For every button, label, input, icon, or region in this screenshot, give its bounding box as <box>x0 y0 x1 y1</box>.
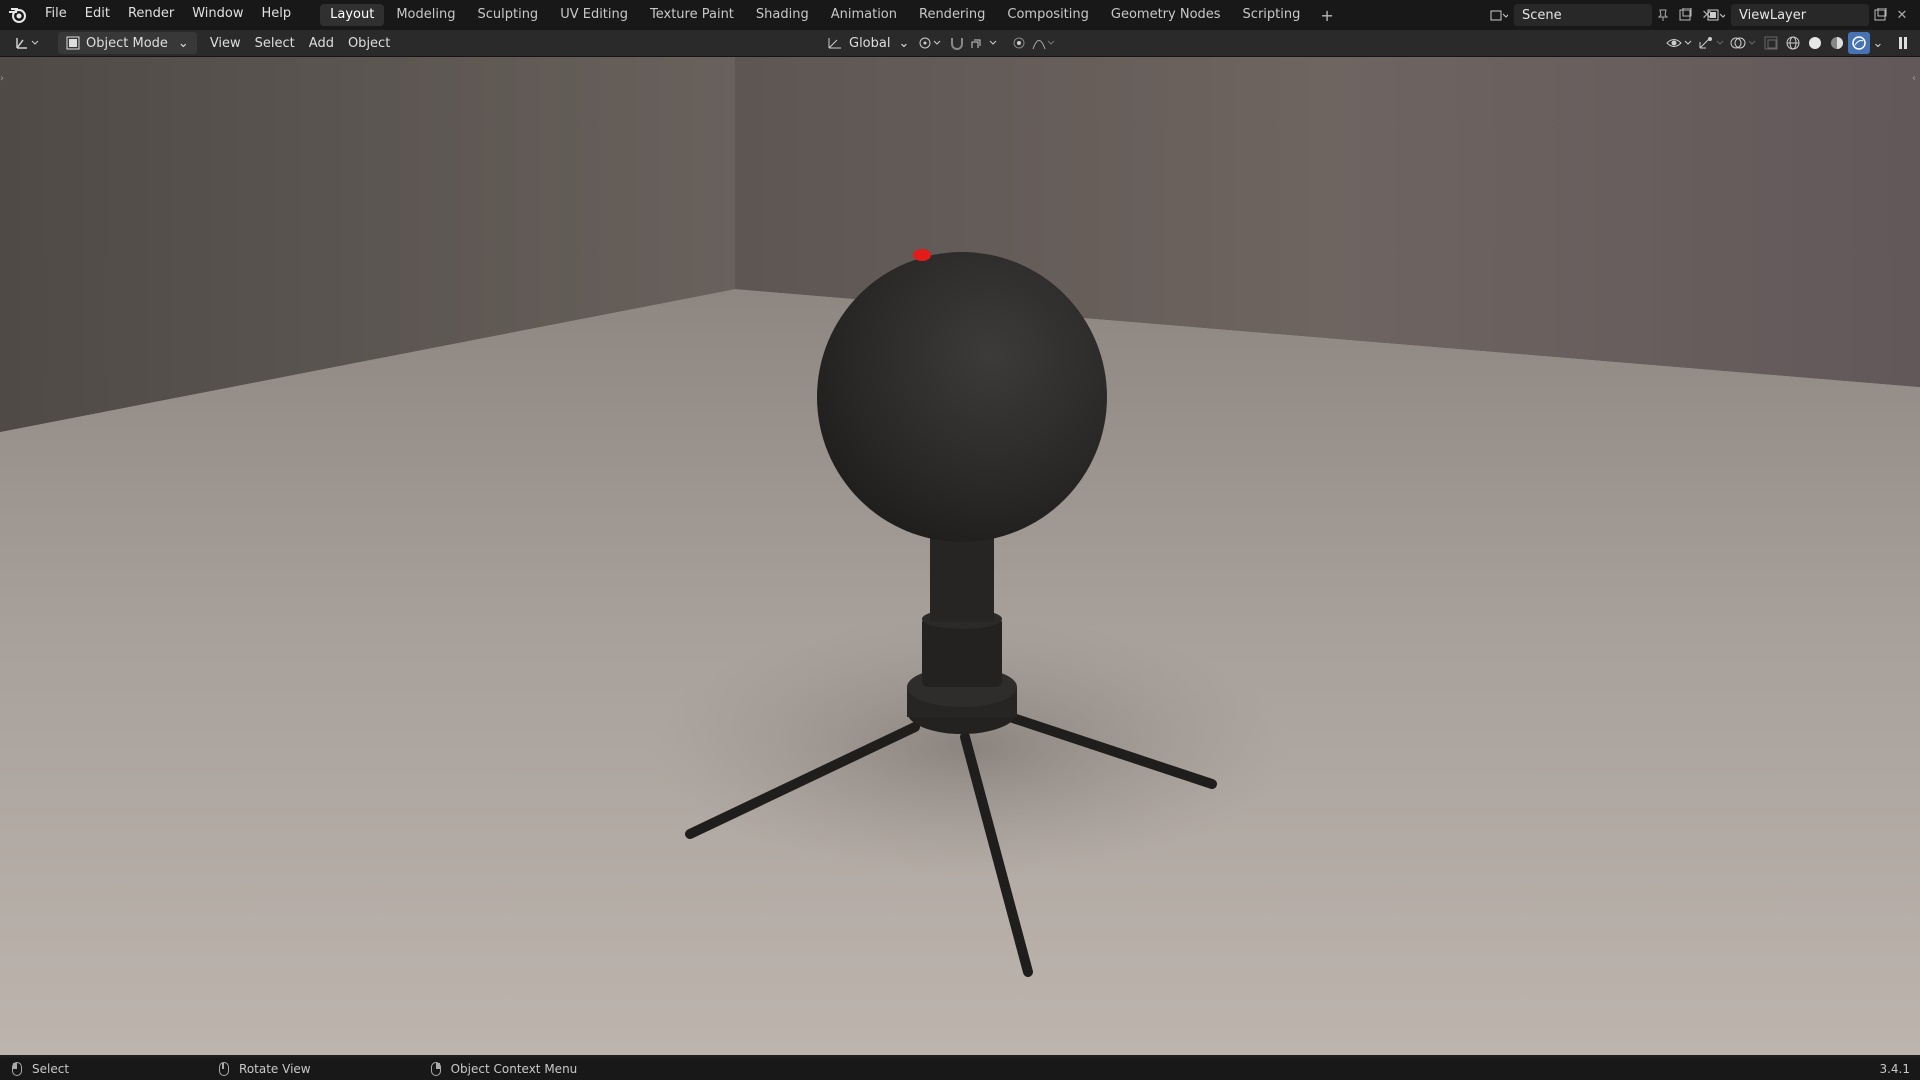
orientation-selector[interactable]: Global ⌄ <box>820 32 916 54</box>
3d-viewport[interactable]: › ‹ <box>0 57 1920 1055</box>
menu-help[interactable]: Help <box>253 0 301 30</box>
solid-shading-icon[interactable] <box>1804 32 1826 54</box>
tab-animation[interactable]: Animation <box>821 4 907 26</box>
status-bar: Select Rotate View Object Context Menu 3… <box>0 1058 1920 1080</box>
tab-modeling[interactable]: Modeling <box>386 4 465 26</box>
menu-view[interactable]: View <box>203 32 248 54</box>
gizmo-icon[interactable] <box>1696 32 1728 54</box>
top-bar: File Edit Render Window Help Layout Mode… <box>0 0 1920 30</box>
scene-browse-icon[interactable] <box>1488 4 1510 26</box>
mode-selector[interactable]: Object Mode ⌄ <box>58 32 197 54</box>
editor-type-icon[interactable] <box>8 32 48 54</box>
rendered-scene[interactable] <box>0 57 1920 1055</box>
status-rotate-hint: Rotate View <box>219 1062 311 1076</box>
tab-rendering[interactable]: Rendering <box>909 4 995 26</box>
tab-sculpting[interactable]: Sculpting <box>467 4 548 26</box>
chevron-down-icon: ⌄ <box>898 35 910 51</box>
tab-scripting[interactable]: Scripting <box>1233 4 1311 26</box>
tab-uv-editing[interactable]: UV Editing <box>550 4 638 26</box>
shading-options-icon[interactable]: ⌄ <box>1870 32 1886 54</box>
status-select-label: Select <box>32 1062 70 1076</box>
status-context-hint: Object Context Menu <box>430 1062 578 1076</box>
status-rotate-label: Rotate View <box>239 1062 311 1076</box>
tab-geometry-nodes[interactable]: Geometry Nodes <box>1101 4 1231 26</box>
new-view-layer-icon[interactable] <box>1869 4 1891 26</box>
view-layer-field[interactable]: ViewLayer <box>1731 4 1869 26</box>
xray-icon[interactable] <box>1760 32 1782 54</box>
mode-label: Object Mode <box>86 35 168 51</box>
menu-file[interactable]: File <box>36 0 76 30</box>
red-indicator-light <box>913 249 931 261</box>
menu-edit[interactable]: Edit <box>76 0 119 30</box>
viewport-display-tools: ⌄ <box>1664 32 1914 54</box>
menu-render[interactable]: Render <box>119 0 183 30</box>
object-mode-icon <box>66 36 80 50</box>
menu-window[interactable]: Window <box>183 0 252 30</box>
proportional-edit-icon[interactable] <box>1008 32 1030 54</box>
add-workspace-icon[interactable]: + <box>1312 6 1341 25</box>
menu-select[interactable]: Select <box>248 32 302 54</box>
menu-object[interactable]: Object <box>341 32 397 54</box>
scene-name: Scene <box>1522 7 1562 23</box>
scene-selector: Scene ✕ <box>1488 3 1718 27</box>
tab-shading[interactable]: Shading <box>746 4 819 26</box>
tab-texture-paint[interactable]: Texture Paint <box>640 4 744 26</box>
orientation-label: Global <box>849 35 891 51</box>
snap-icon[interactable] <box>946 32 968 54</box>
scene-name-field[interactable]: Scene <box>1514 4 1652 26</box>
view-layer-name: ViewLayer <box>1739 7 1807 23</box>
rendered-shading-icon[interactable] <box>1848 32 1870 54</box>
status-context-label: Object Context Menu <box>450 1062 578 1076</box>
new-scene-icon[interactable] <box>1674 4 1696 26</box>
delete-view-layer-icon[interactable]: ✕ <box>1891 4 1913 26</box>
view-layer-selector: ViewLayer ✕ <box>1705 3 1913 27</box>
blender-logo-icon[interactable] <box>0 0 36 30</box>
wireframe-shading-icon[interactable] <box>1782 32 1804 54</box>
orientation-icon <box>828 38 841 49</box>
tab-layout[interactable]: Layout <box>320 4 385 26</box>
version-label: 3.4.1 <box>1879 1062 1910 1076</box>
pin-icon[interactable] <box>1652 4 1674 26</box>
left-toolbar-expand-icon[interactable]: › <box>0 73 6 87</box>
transform-tools: Global ⌄ <box>820 32 1060 54</box>
mouse-middle-icon <box>219 1062 230 1076</box>
mouse-right-icon <box>430 1062 441 1076</box>
menu-add[interactable]: Add <box>302 32 341 54</box>
status-select-hint: Select <box>12 1062 69 1076</box>
view-layer-browse-icon[interactable] <box>1705 4 1727 26</box>
tab-compositing[interactable]: Compositing <box>997 4 1099 26</box>
pivot-point-icon[interactable] <box>916 32 946 54</box>
visibility-eye-icon[interactable] <box>1664 32 1696 54</box>
sidebar-toggle-icon[interactable] <box>1892 32 1914 54</box>
chevron-down-icon: ⌄ <box>177 35 189 51</box>
overlays-icon[interactable] <box>1728 32 1760 54</box>
mouse-left-icon <box>12 1062 22 1076</box>
workspace-tabs: Layout Modeling Sculpting UV Editing Tex… <box>320 4 1342 26</box>
viewport-header: Object Mode ⌄ View Select Add Object Glo… <box>0 30 1920 57</box>
material-shading-icon[interactable] <box>1826 32 1848 54</box>
snap-target-icon[interactable] <box>968 32 1002 54</box>
falloff-icon[interactable] <box>1030 32 1060 54</box>
right-sidebar-expand-icon[interactable]: ‹ <box>1912 73 1918 87</box>
